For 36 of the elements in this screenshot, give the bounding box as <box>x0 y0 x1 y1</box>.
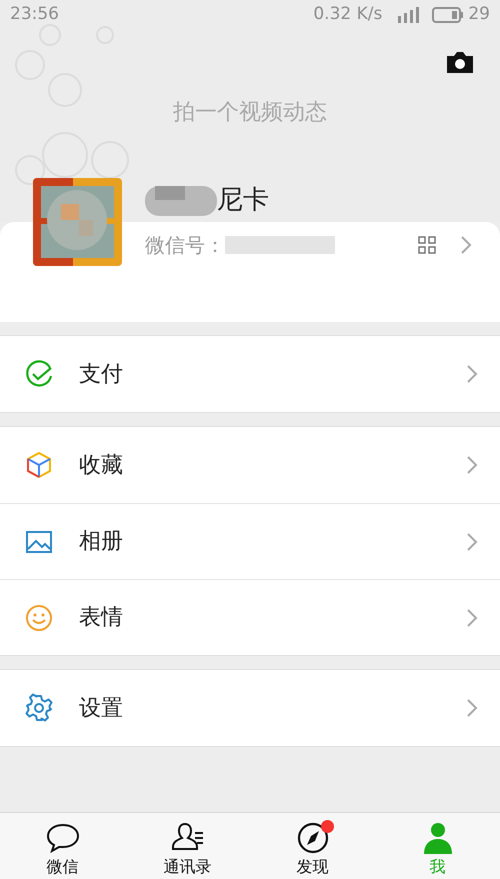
wallet-check-icon <box>24 359 54 389</box>
chevron-right-icon <box>466 532 478 552</box>
status-time: 23:56 <box>10 3 59 26</box>
menu-label: 设置 <box>79 694 123 722</box>
qr-code-icon[interactable] <box>418 236 436 254</box>
tab[interactable]: 微信 <box>0 813 125 879</box>
chevron-right-icon <box>466 608 478 628</box>
menu-label: 收藏 <box>79 452 123 480</box>
tab-label: 我 <box>430 857 446 877</box>
wechat-id-label: 微信号： <box>145 232 225 259</box>
chevron-right-icon <box>466 455 478 475</box>
settings-icon <box>24 693 54 723</box>
menu-row[interactable]: 表情 <box>0 579 500 655</box>
menu-row[interactable]: 相册 <box>0 503 500 579</box>
tab-label: 发现 <box>296 857 328 877</box>
chevron-right-icon <box>466 364 478 384</box>
menu-row[interactable]: 收藏 <box>0 427 500 503</box>
chevron-right-icon <box>466 698 478 718</box>
network-speed: 0.32 K/s <box>313 3 382 26</box>
tab-label: 微信 <box>46 857 78 877</box>
menu-label: 支付 <box>79 360 123 388</box>
battery-level: 29 <box>468 3 490 26</box>
chevron-right-icon <box>460 235 472 255</box>
menu-row[interactable]: 支付 <box>0 336 500 412</box>
smiley-icon <box>24 602 54 632</box>
cube-icon <box>24 450 54 480</box>
battery-icon <box>432 6 464 24</box>
profile-name: 尼卡 <box>217 184 269 217</box>
tab[interactable]: 发现 <box>250 813 375 879</box>
camera-icon[interactable] <box>445 50 475 74</box>
tab[interactable]: 通讯录 <box>125 813 250 879</box>
chat-bubble-icon <box>44 821 80 855</box>
menu-label: 表情 <box>79 604 123 632</box>
tab-label: 通讯录 <box>164 857 212 877</box>
menu-row[interactable]: 设置 <box>0 670 500 746</box>
menu-label: 相册 <box>79 528 123 556</box>
